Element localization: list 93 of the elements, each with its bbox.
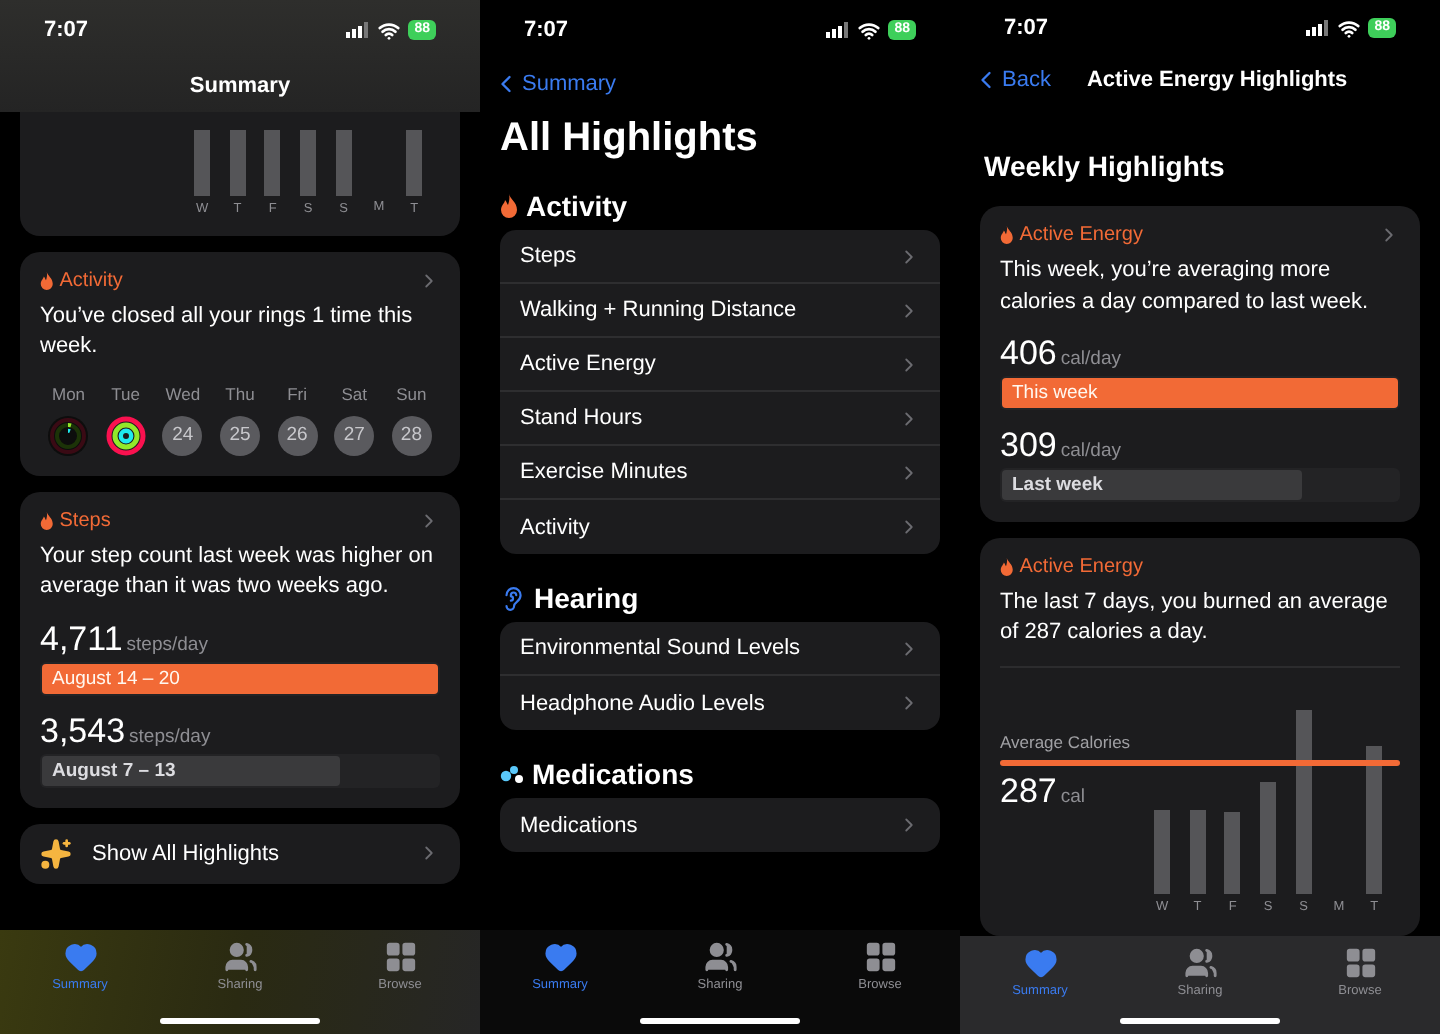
list-item[interactable]: Stand Hours — [500, 392, 940, 446]
section-title: Medications — [532, 758, 694, 790]
heart-icon — [543, 940, 577, 974]
day-date: 28 — [391, 415, 432, 456]
grid-icon — [863, 940, 897, 974]
card-category: Activity — [59, 270, 123, 292]
grid-icon — [383, 940, 417, 974]
list-item[interactable]: Environmental Sound Levels — [500, 622, 940, 676]
day-date: 27 — [334, 415, 375, 456]
period-label: August 7 – 13 — [52, 759, 176, 782]
card-category: Active Energy — [1019, 555, 1143, 578]
chart-bar — [300, 130, 317, 196]
stat-value: 406 — [1000, 333, 1057, 374]
back-link[interactable]: Back — [972, 65, 1051, 94]
screen-title: Active Energy Highlights — [1086, 67, 1348, 92]
stat-value: 3,543 — [40, 711, 126, 752]
day-date: 24 — [162, 415, 203, 456]
pills-icon — [500, 764, 524, 784]
flame-icon — [1000, 226, 1014, 245]
chart-bar — [1260, 781, 1277, 894]
stat-unit: cal/day — [1060, 439, 1121, 462]
chart-bar — [406, 130, 423, 196]
signal-icon — [346, 22, 371, 38]
period-label: This week — [1012, 381, 1098, 404]
highlight-card[interactable]: Active Energy This week, you’re averaging more calories a day compared to last week. 406 cal/day This week 309 cal/day Last week — [980, 206, 1420, 522]
highlight-message: The last 7 days, you burned an average of 287 calories a day. — [1000, 587, 1390, 649]
card-category: Steps — [59, 509, 111, 532]
day-label: Sat — [341, 383, 368, 404]
highlight-message: Your step count last week was higher on average than it was two weeks ago. — [40, 541, 435, 603]
people-icon — [223, 940, 257, 974]
stat-value: 4,711 — [40, 619, 123, 660]
list-item[interactable]: Active Energy — [500, 338, 940, 392]
heart-icon — [1023, 945, 1057, 980]
highlight-message: This week, you’re averaging more calories a day compared to last week. — [1000, 256, 1371, 318]
day-label: Thu — [225, 383, 255, 404]
highlight-card[interactable]: Steps Your step count last week was higher on average than it was two weeks ago. 4,711 steps/day August 14 – 20 3,543 steps/day August 7 – 13 — [20, 491, 460, 808]
highlight-message: You’ve closed all your rings 1 time this week. — [40, 302, 415, 363]
section-title: Hearing — [534, 582, 639, 614]
list-item[interactable]: Walking + Running Distance — [500, 284, 940, 338]
status-time: 7:07 — [1004, 16, 1049, 41]
chart-bar — [1154, 809, 1171, 894]
wifi-icon — [858, 19, 881, 41]
status-time: 7:07 — [44, 18, 89, 42]
stat-unit: cal — [1060, 785, 1086, 808]
day-date: 25 — [219, 415, 260, 456]
people-icon — [703, 940, 737, 974]
back-link[interactable]: Summary — [492, 70, 617, 98]
sparkle-icon — [40, 837, 72, 870]
chart-bar — [264, 130, 281, 196]
ear-icon — [500, 585, 526, 611]
day-label: Wed — [165, 383, 201, 404]
section-title: Weekly Highlights — [984, 150, 1227, 183]
list-item[interactable]: Steps — [500, 230, 940, 284]
stat-unit: steps/day — [126, 633, 208, 656]
list-item[interactable]: Medications — [500, 798, 940, 852]
flame-icon — [500, 194, 518, 218]
day-date: 26 — [277, 415, 318, 456]
chart-bar — [1224, 811, 1241, 894]
stat-value: 309 — [1000, 425, 1057, 466]
chart-bar — [1189, 809, 1206, 894]
wifi-icon — [378, 19, 401, 41]
signal-icon — [826, 22, 851, 38]
card-category: Active Energy — [1019, 224, 1143, 247]
list-item[interactable]: Headphone Audio Levels — [500, 676, 940, 730]
signal-icon — [1306, 20, 1331, 37]
stat-unit: cal/day — [1060, 347, 1121, 370]
show-all-highlights-button[interactable]: Show All Highlights — [20, 823, 460, 884]
wifi-icon — [1338, 17, 1361, 40]
flame-icon — [40, 511, 54, 530]
stat-value: 287 — [1000, 771, 1057, 812]
screen-title: Summary — [187, 72, 293, 102]
page-title: All Highlights — [500, 116, 760, 162]
flame-icon — [1000, 557, 1014, 576]
section-title: Activity — [526, 190, 628, 222]
period-label: Last week — [1012, 473, 1103, 496]
highlight-card[interactable]: Activity You’ve closed all your rings 1 time this week. Mon Tue Wed Thu Fri Sat Sun 24 25 26 27 28 — [20, 252, 460, 476]
chart-bar — [229, 130, 246, 196]
heart-icon — [63, 940, 97, 974]
list-item[interactable]: Exercise Minutes — [500, 446, 940, 500]
grid-icon — [1343, 945, 1377, 980]
stat-unit: steps/day — [129, 725, 211, 748]
list-item[interactable]: Activity — [500, 500, 940, 554]
day-label: Tue — [111, 383, 141, 404]
day-label: Sun — [396, 383, 427, 404]
chart-bar — [335, 130, 352, 196]
status-time: 7:07 — [524, 18, 569, 42]
chart-bar — [194, 130, 211, 196]
flame-icon — [40, 272, 54, 290]
period-label: August 14 – 20 — [52, 667, 180, 690]
people-icon — [1183, 945, 1217, 980]
day-label: Fri — [287, 383, 308, 404]
chart-label: Average Calories — [1000, 731, 1131, 752]
day-label: Mon — [52, 383, 86, 404]
